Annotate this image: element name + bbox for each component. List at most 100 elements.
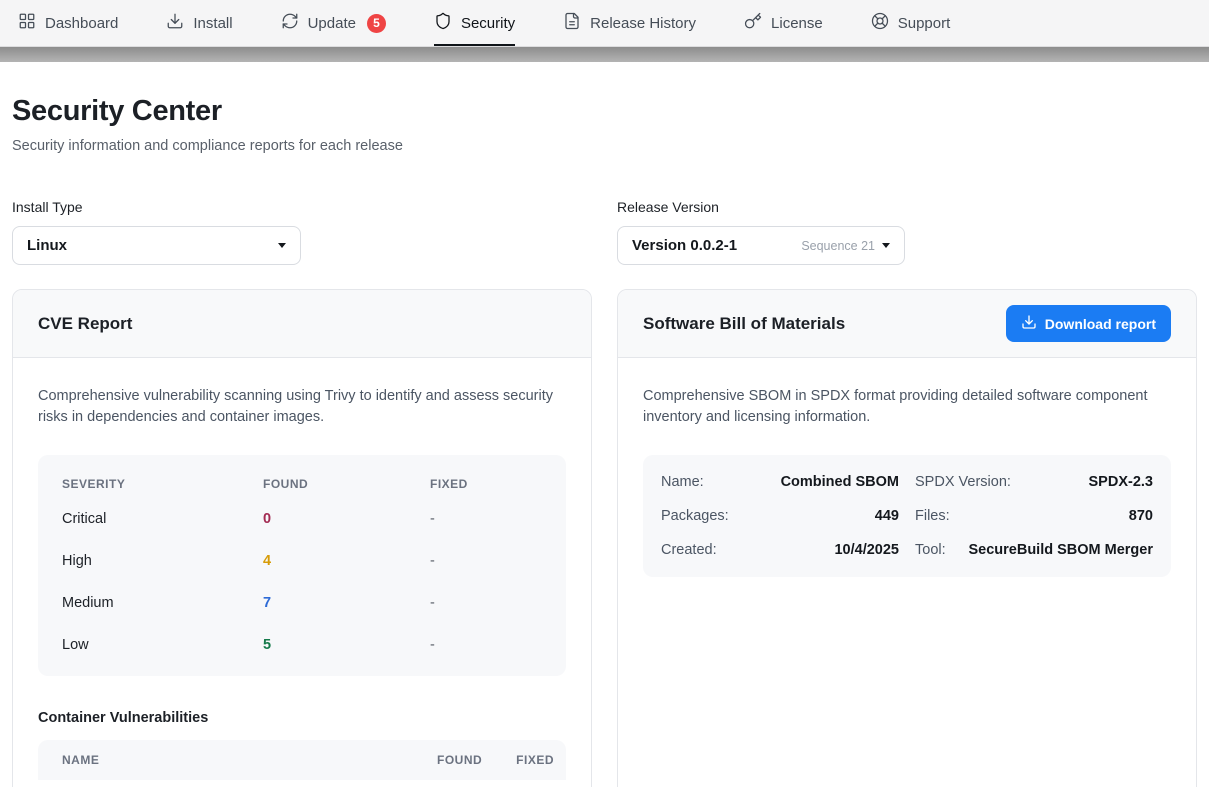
table-row: High 4 -: [62, 540, 542, 582]
detail-value: Combined SBOM: [781, 474, 899, 490]
fixed-count: -: [430, 553, 542, 569]
tab-support[interactable]: Support: [871, 0, 951, 46]
severity-table-header: SEVERITY FOUND FIXED: [62, 461, 542, 498]
fixed-count: -: [430, 595, 542, 611]
fixed-count: -: [430, 637, 542, 653]
tab-license[interactable]: License: [744, 0, 823, 46]
table-row: Medium 7 -: [62, 582, 542, 624]
cve-description: Comprehensive vulnerability scanning usi…: [38, 386, 566, 429]
detail-row: Created: 10/4/2025: [661, 533, 899, 567]
cve-card-body: Comprehensive vulnerability scanning usi…: [13, 358, 591, 787]
detail-label: SPDX Version:: [915, 474, 1011, 490]
release-version-select[interactable]: Version 0.0.2-1 Sequence 21: [617, 226, 905, 265]
detail-row: Files: 870: [915, 499, 1153, 533]
detail-row: SPDX Version: SPDX-2.3: [915, 465, 1153, 499]
detail-value: 870: [1129, 508, 1153, 524]
container-vulns-table-header: NAME FOUND FIXED: [38, 740, 566, 780]
toolbar-shadow: [0, 47, 1209, 62]
tab-label: Release History: [590, 15, 696, 32]
download-icon: [166, 12, 184, 34]
shield-icon: [434, 12, 452, 34]
detail-label: Packages:: [661, 508, 729, 524]
chevron-down-icon: [278, 243, 286, 248]
container-vulns-title: Container Vulnerabilities: [38, 710, 566, 726]
severity-label: Medium: [62, 595, 263, 611]
install-type-label: Install Type: [12, 199, 592, 215]
tab-label: Security: [461, 15, 515, 32]
sequence-label: Sequence 21: [801, 239, 875, 253]
release-version-filter: Release Version Version 0.0.2-1 Sequence…: [617, 199, 1197, 265]
release-version-label: Release Version: [617, 199, 1197, 215]
tab-label: Support: [898, 15, 951, 32]
detail-row: Packages: 449: [661, 499, 899, 533]
cve-card-header: CVE Report: [13, 290, 591, 358]
found-count: 5: [263, 637, 430, 653]
sbom-card-body: Comprehensive SBOM in SPDX format provid…: [618, 358, 1196, 602]
detail-label: Tool:: [915, 542, 946, 558]
detail-label: Name:: [661, 474, 704, 490]
col-fixed: FIXED: [516, 753, 554, 767]
detail-value: SecureBuild SBOM Merger: [968, 542, 1153, 558]
life-buoy-icon: [871, 12, 889, 34]
col-found: FOUND: [437, 753, 482, 767]
tab-label: Update: [308, 15, 356, 32]
tab-install[interactable]: Install: [166, 0, 232, 46]
download-icon: [1021, 314, 1037, 333]
col-severity: SEVERITY: [62, 477, 263, 491]
sbom-details: Name: Combined SBOM Packages: 449 Create…: [643, 455, 1171, 577]
install-type-select[interactable]: Linux: [12, 226, 301, 265]
severity-table: SEVERITY FOUND FIXED Critical 0 - High 4…: [38, 455, 566, 676]
detail-row: Tool: SecureBuild SBOM Merger: [915, 533, 1153, 567]
col-name: NAME: [62, 753, 437, 767]
chevron-down-icon: [882, 243, 890, 248]
page-subtitle: Security information and compliance repo…: [12, 138, 1197, 154]
sbom-card-title: Software Bill of Materials: [643, 314, 845, 334]
update-count-badge: 5: [367, 14, 386, 33]
found-count: 4: [263, 553, 430, 569]
severity-label: High: [62, 553, 263, 569]
tab-label: Install: [193, 15, 232, 32]
detail-value: 449: [875, 508, 899, 524]
col-fixed: FIXED: [430, 477, 542, 491]
top-nav: Dashboard Install Update 5 Security Rele…: [0, 0, 1209, 47]
install-type-value: Linux: [27, 237, 67, 254]
tab-security[interactable]: Security: [434, 0, 515, 46]
install-type-filter: Install Type Linux: [12, 199, 592, 265]
severity-label: Low: [62, 637, 263, 653]
main-content: Security Center Security information and…: [0, 95, 1209, 787]
sbom-details-left: Name: Combined SBOM Packages: 449 Create…: [661, 465, 899, 567]
tab-update[interactable]: Update 5: [281, 0, 386, 46]
cve-report-card: CVE Report Comprehensive vulnerability s…: [12, 289, 592, 787]
table-row: Critical 0 -: [62, 498, 542, 540]
refresh-icon: [281, 12, 299, 34]
release-version-value: Version 0.0.2-1: [632, 237, 737, 254]
dashboard-icon: [18, 12, 36, 34]
col-found: FOUND: [263, 477, 430, 491]
detail-label: Files:: [915, 508, 950, 524]
filters-row: Install Type Linux Release Version Versi…: [12, 199, 1197, 265]
detail-label: Created:: [661, 542, 717, 558]
sbom-details-right: SPDX Version: SPDX-2.3 Files: 870 Tool: …: [915, 465, 1153, 567]
tab-release-history[interactable]: Release History: [563, 0, 696, 46]
found-count: 7: [263, 595, 430, 611]
cve-card-title: CVE Report: [38, 314, 132, 334]
download-report-button[interactable]: Download report: [1006, 305, 1171, 342]
tab-label: Dashboard: [45, 15, 118, 32]
severity-label: Critical: [62, 511, 263, 527]
table-row: Low 5 -: [62, 624, 542, 666]
detail-row: Name: Combined SBOM: [661, 465, 899, 499]
key-icon: [744, 12, 762, 34]
report-cards: CVE Report Comprehensive vulnerability s…: [12, 289, 1197, 787]
fixed-count: -: [430, 511, 542, 527]
file-text-icon: [563, 12, 581, 34]
detail-value: 10/4/2025: [834, 542, 899, 558]
tab-label: License: [771, 15, 823, 32]
download-report-label: Download report: [1045, 316, 1156, 332]
sbom-card-header: Software Bill of Materials Download repo…: [618, 290, 1196, 358]
sbom-description: Comprehensive SBOM in SPDX format provid…: [643, 386, 1171, 429]
found-count: 0: [263, 511, 430, 527]
sbom-card: Software Bill of Materials Download repo…: [617, 289, 1197, 787]
page-title: Security Center: [12, 95, 1197, 128]
tab-dashboard[interactable]: Dashboard: [18, 0, 118, 46]
detail-value: SPDX-2.3: [1089, 474, 1153, 490]
